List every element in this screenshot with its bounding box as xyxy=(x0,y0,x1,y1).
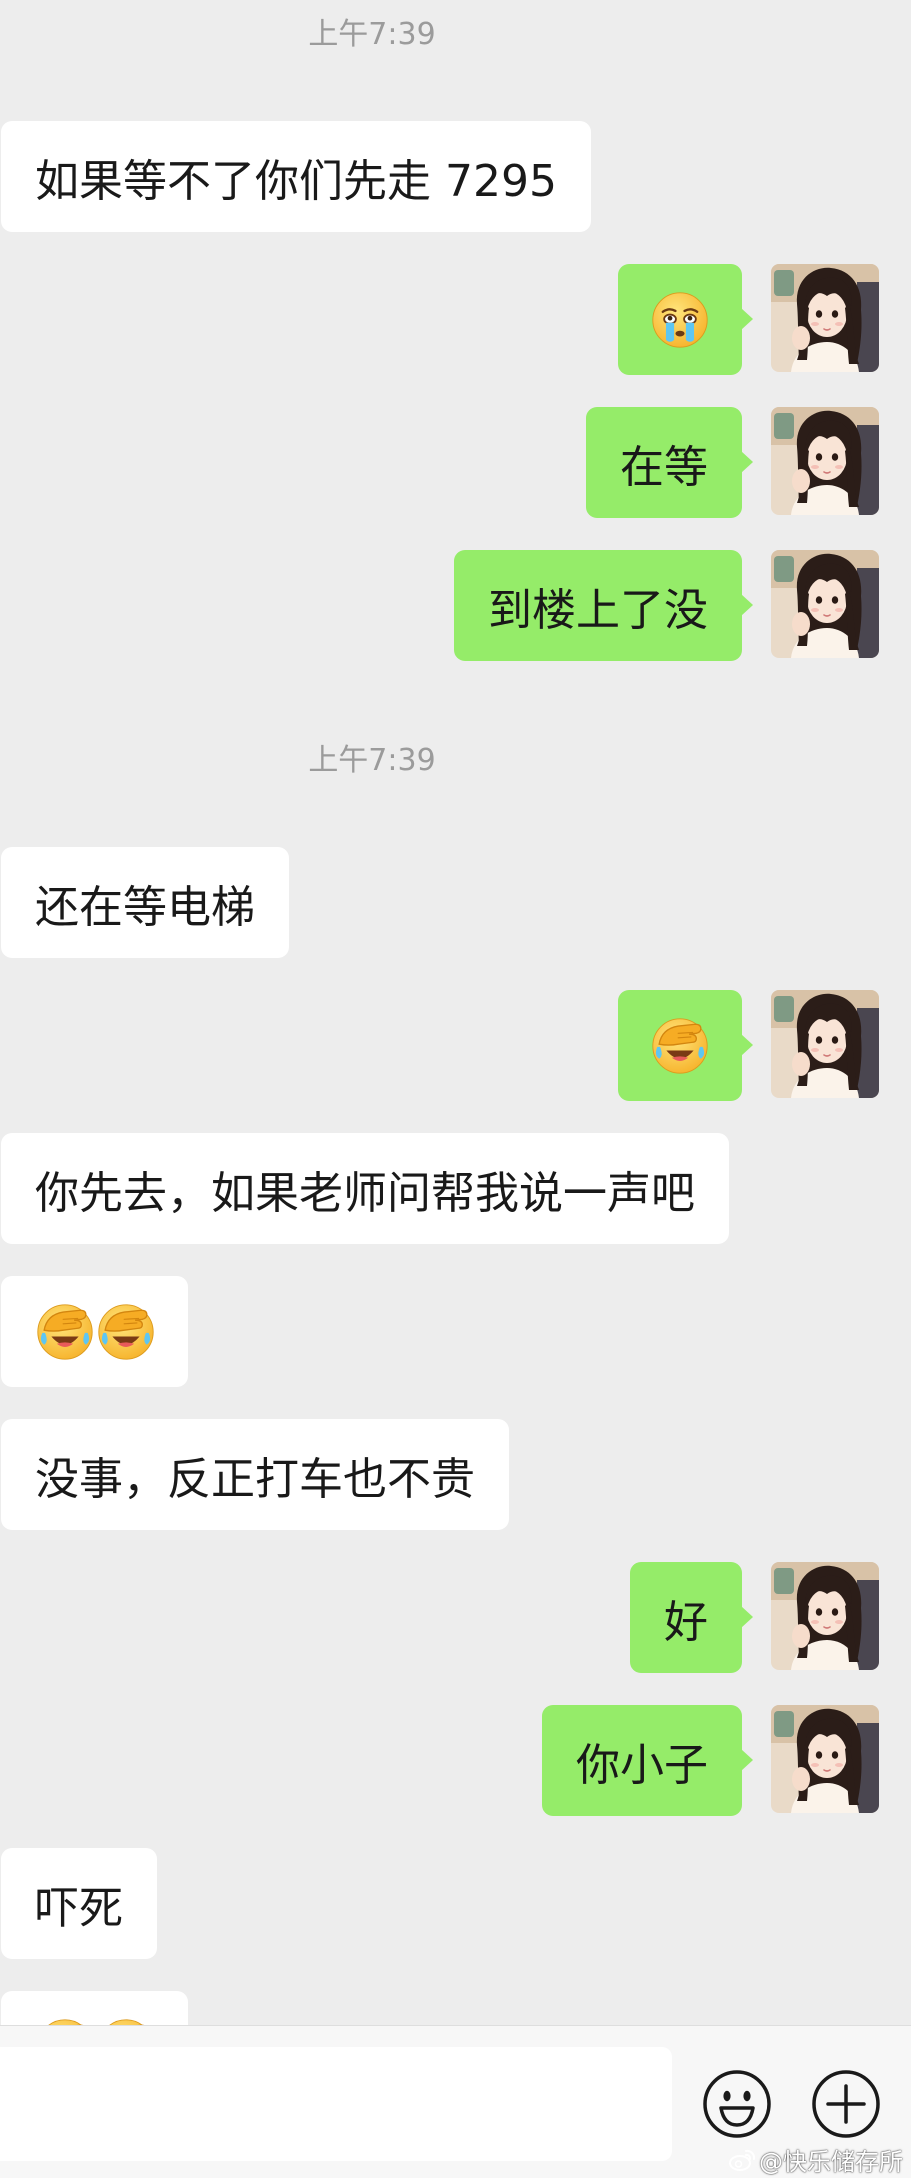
facepalm-face-icon xyxy=(97,1303,155,1361)
message-row-incoming xyxy=(0,1276,911,1387)
outgoing-message-bubble[interactable] xyxy=(618,990,753,1101)
emoji-button[interactable] xyxy=(701,2068,773,2140)
user-avatar-photo-icon xyxy=(771,407,879,515)
message-text: 你小子 xyxy=(576,1739,708,1791)
message-row-incoming: 还在等电梯 xyxy=(0,847,911,958)
incoming-message-bubble[interactable] xyxy=(1,1276,188,1387)
timestamp: 上午7:39 xyxy=(308,743,436,778)
message-text: 没事，反正打车也不贵 xyxy=(35,1453,475,1505)
message-row-incoming: 如果等不了你们先走 7295 xyxy=(0,121,911,232)
watermark-text: @快乐储存所 xyxy=(759,2148,903,2176)
message-row-incoming: 没事，反正打车也不贵 xyxy=(0,1419,911,1530)
avatar[interactable] xyxy=(771,1562,879,1670)
message-row-outgoing: 你小子 xyxy=(0,1705,911,1816)
incoming-message-bubble[interactable]: 如果等不了你们先走 7295 xyxy=(1,121,591,232)
facepalm-face-icon xyxy=(36,2018,94,2026)
chat-message-list[interactable]: 上午7:39 如果等不了你们先走 7295 在等 到楼上了没 上午7:39 还在… xyxy=(0,0,911,2025)
more-button[interactable] xyxy=(810,2068,882,2140)
smiley-face-icon xyxy=(701,2068,773,2140)
message-row-outgoing xyxy=(0,990,911,1101)
incoming-message-bubble[interactable]: 还在等电梯 xyxy=(1,847,289,958)
user-avatar-photo-icon xyxy=(771,550,879,658)
incoming-message-bubble[interactable]: 吓死 xyxy=(1,1848,157,1959)
plus-circle-icon xyxy=(810,2068,882,2140)
message-row-incoming: 你先去，如果老师问帮我说一声吧 xyxy=(0,1133,911,1244)
message-input[interactable] xyxy=(0,2047,672,2161)
timestamp: 上午7:39 xyxy=(308,17,436,52)
message-text: 好 xyxy=(664,1596,708,1648)
facepalm-face-icon xyxy=(651,1017,709,1075)
outgoing-message-bubble[interactable]: 到楼上了没 xyxy=(454,550,753,661)
message-text: 到楼上了没 xyxy=(488,584,708,636)
message-row-incoming: 吓死 xyxy=(0,1848,911,1959)
watermark: @快乐储存所 xyxy=(728,2142,903,2177)
avatar[interactable] xyxy=(771,407,879,515)
message-row-outgoing xyxy=(0,264,911,375)
user-avatar-photo-icon xyxy=(771,1562,879,1670)
message-text: 吓死 xyxy=(35,1882,123,1934)
outgoing-message-bubble[interactable]: 好 xyxy=(630,1562,753,1673)
message-row-incoming xyxy=(0,1991,911,2025)
incoming-message-bubble[interactable]: 你先去，如果老师问帮我说一声吧 xyxy=(1,1133,729,1244)
outgoing-message-bubble[interactable]: 在等 xyxy=(586,407,753,518)
message-row-outgoing: 在等 xyxy=(0,407,911,518)
avatar[interactable] xyxy=(771,264,879,372)
message-row-outgoing: 到楼上了没 xyxy=(0,550,911,661)
crying-face-icon xyxy=(651,291,709,349)
message-text: 如果等不了你们先走 7295 xyxy=(35,155,557,207)
avatar[interactable] xyxy=(771,1705,879,1813)
user-avatar-photo-icon xyxy=(771,264,879,372)
avatar[interactable] xyxy=(771,550,879,658)
weibo-logo-icon xyxy=(728,2148,756,2172)
outgoing-message-bubble[interactable]: 你小子 xyxy=(542,1705,753,1816)
outgoing-message-bubble[interactable] xyxy=(618,264,753,375)
incoming-message-bubble[interactable] xyxy=(1,1991,188,2025)
message-text: 在等 xyxy=(620,441,708,493)
facepalm-face-icon xyxy=(97,2018,155,2026)
message-row-outgoing: 好 xyxy=(0,1562,911,1673)
user-avatar-photo-icon xyxy=(771,1705,879,1813)
message-text: 还在等电梯 xyxy=(35,881,255,933)
avatar[interactable] xyxy=(771,990,879,1098)
message-text: 你先去，如果老师问帮我说一声吧 xyxy=(35,1167,695,1219)
user-avatar-photo-icon xyxy=(771,990,879,1098)
facepalm-face-icon xyxy=(36,1303,94,1361)
incoming-message-bubble[interactable]: 没事，反正打车也不贵 xyxy=(1,1419,509,1530)
